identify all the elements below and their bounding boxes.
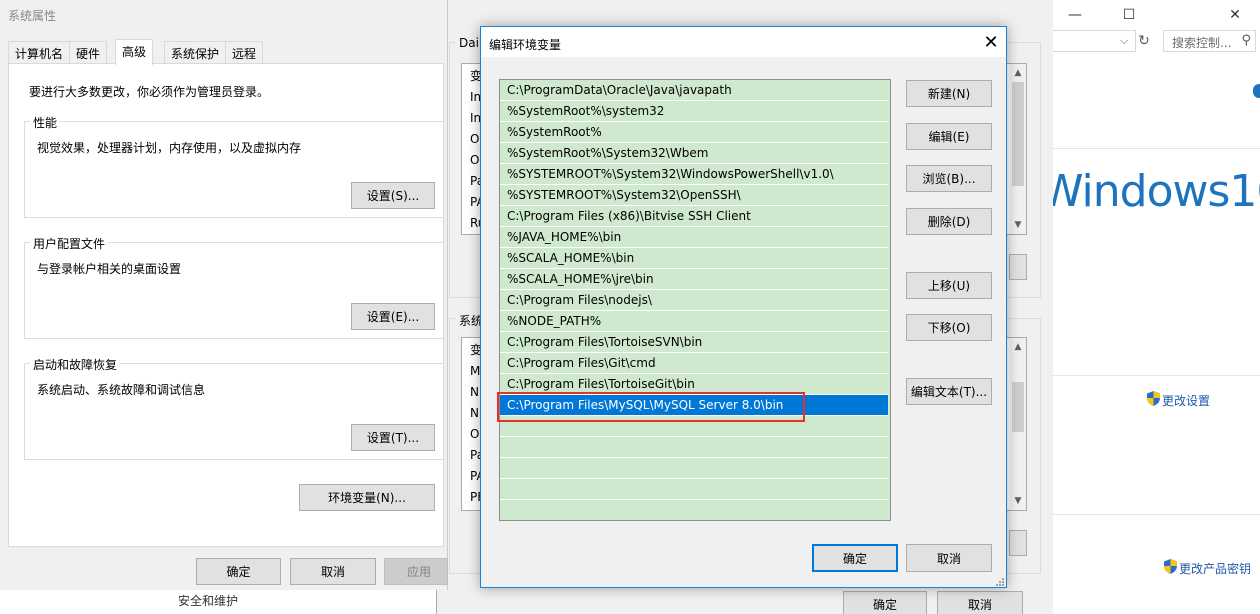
- apply-button[interactable]: 应用: [384, 558, 448, 585]
- address-bar[interactable]: ⌵: [1050, 30, 1136, 52]
- performance-settings-button[interactable]: 设置(S)...: [351, 182, 435, 209]
- search-icon[interactable]: ⚲: [1241, 33, 1251, 48]
- edit-environment-variable-dialog: 编辑环境变量 ✕ C:\ProgramData\Oracle\Java\java…: [480, 26, 1007, 588]
- maximize-button[interactable]: ☐: [1106, 0, 1152, 30]
- tab-advanced[interactable]: 高级: [115, 39, 154, 65]
- partial-button[interactable]: [1009, 530, 1027, 556]
- scroll-thumb[interactable]: [1012, 382, 1024, 432]
- group-description: 视觉效果，处理器计划，内存使用，以及虚拟内存: [37, 141, 302, 155]
- change-product-key-link[interactable]: 更改产品密钥: [1179, 560, 1251, 577]
- resize-grip-icon[interactable]: [993, 575, 1005, 587]
- red-highlight-box: [497, 392, 805, 422]
- move-up-button[interactable]: 上移(U): [906, 272, 992, 299]
- path-item[interactable]: C:\Program Files\nodejs\: [500, 290, 888, 311]
- empty-row[interactable]: [500, 458, 888, 479]
- divider: [1052, 375, 1260, 376]
- search-input[interactable]: 搜索控制... ⚲: [1163, 30, 1256, 52]
- scrollbar[interactable]: ▲ ▼: [1010, 64, 1026, 234]
- scroll-up-icon[interactable]: ▲: [1010, 68, 1026, 78]
- edit-button[interactable]: 编辑(E): [906, 123, 992, 150]
- windows-logo-text: Windows10: [1040, 166, 1260, 217]
- scroll-down-icon[interactable]: ▼: [1010, 220, 1026, 230]
- scroll-thumb[interactable]: [1012, 82, 1024, 186]
- tab-remote[interactable]: 远程: [225, 41, 264, 63]
- path-item[interactable]: C:\Program Files\Git\cmd: [500, 353, 888, 374]
- tab-system-protection[interactable]: 系统保护: [164, 41, 227, 63]
- path-item[interactable]: %SystemRoot%\system32: [500, 101, 888, 122]
- ok-button[interactable]: 确定: [196, 558, 281, 585]
- close-button[interactable]: ✕: [1212, 0, 1258, 30]
- group-title: 启动和故障恢复: [30, 356, 121, 373]
- path-item[interactable]: %SYSTEMROOT%\System32\OpenSSH\: [500, 185, 888, 206]
- new-button[interactable]: 新建(N): [906, 80, 992, 107]
- shield-icon: [1164, 559, 1177, 574]
- empty-row[interactable]: [500, 479, 888, 500]
- admin-note: 要进行大多数更改，你必须作为管理员登录。: [29, 85, 270, 99]
- path-item[interactable]: C:\ProgramData\Oracle\Java\javapath: [500, 80, 888, 101]
- group-description: 系统启动、系统故障和调试信息: [37, 383, 206, 397]
- path-item[interactable]: %JAVA_HOME%\bin: [500, 227, 888, 248]
- divider: [1052, 514, 1260, 515]
- path-item[interactable]: %NODE_PATH%: [500, 311, 888, 332]
- background-strip: 安全和维护: [148, 590, 436, 614]
- scroll-down-icon[interactable]: ▼: [1010, 496, 1026, 506]
- path-item[interactable]: C:\Program Files (x86)\Bitvise SSH Clien…: [500, 206, 888, 227]
- security-maintenance-link[interactable]: 安全和维护: [178, 592, 238, 609]
- ok-button[interactable]: 确定: [812, 544, 898, 572]
- cancel-button[interactable]: 取消: [906, 544, 992, 572]
- startup-settings-button[interactable]: 设置(T)...: [351, 424, 435, 451]
- tab-computer-name[interactable]: 计算机名: [8, 41, 71, 63]
- browse-button[interactable]: 浏览(B)...: [906, 165, 992, 192]
- path-item[interactable]: %SCALA_HOME%\jre\bin: [500, 269, 888, 290]
- divider: [1052, 148, 1260, 149]
- refresh-icon[interactable]: ↻: [1134, 31, 1154, 51]
- dialog-titlebar[interactable]: 编辑环境变量 ✕: [481, 27, 1006, 57]
- edit-text-button[interactable]: 编辑文本(T)...: [906, 378, 992, 405]
- user-profile-settings-button[interactable]: 设置(E)...: [351, 303, 435, 330]
- path-list[interactable]: C:\ProgramData\Oracle\Java\javapath %Sys…: [499, 79, 891, 521]
- path-item[interactable]: %SYSTEMROOT%\System32\WindowsPowerShell\…: [500, 164, 888, 185]
- cancel-button[interactable]: 取消: [290, 558, 376, 585]
- shield-icon: [1147, 391, 1160, 406]
- group-title: 用户配置文件: [30, 235, 109, 252]
- ok-button[interactable]: 确定: [843, 591, 927, 614]
- empty-row[interactable]: [500, 437, 888, 458]
- minimize-button[interactable]: —: [1052, 0, 1098, 30]
- scrollbar[interactable]: ▲ ▼: [1010, 338, 1026, 510]
- move-down-button[interactable]: 下移(O): [906, 314, 992, 341]
- chevron-down-icon[interactable]: ⌵: [1120, 34, 1128, 48]
- scroll-up-icon[interactable]: ▲: [1010, 342, 1026, 352]
- group-title: 性能: [30, 114, 61, 131]
- path-item[interactable]: %SCALA_HOME%\bin: [500, 248, 888, 269]
- control-panel-window: — ☐ ✕: [1050, 0, 1260, 614]
- tab-hardware[interactable]: 硬件: [69, 41, 108, 63]
- close-icon[interactable]: ✕: [979, 30, 1003, 54]
- dialog-title: 编辑环境变量: [489, 38, 562, 52]
- window-title: 系统属性: [8, 9, 57, 23]
- change-settings-link[interactable]: 更改设置: [1162, 392, 1210, 409]
- search-placeholder: 搜索控制...: [1172, 36, 1232, 50]
- environment-variables-button[interactable]: 环境变量(N)...: [299, 484, 435, 511]
- path-item[interactable]: %SystemRoot%\System32\Wbem: [500, 143, 888, 164]
- path-item[interactable]: C:\Program Files\TortoiseSVN\bin: [500, 332, 888, 353]
- partial-button[interactable]: [1009, 254, 1027, 280]
- cancel-button[interactable]: 取消: [937, 591, 1023, 614]
- path-item[interactable]: %SystemRoot%: [500, 122, 888, 143]
- empty-row[interactable]: [500, 500, 888, 520]
- help-icon[interactable]: [1253, 84, 1260, 98]
- group-description: 与登录帐户相关的桌面设置: [37, 262, 182, 276]
- system-properties-window: 系统属性 计算机名 硬件 高级 系统保护 远程 要进行大多数更改，你必须作为管理…: [0, 0, 448, 590]
- advanced-panel: 要进行大多数更改，你必须作为管理员登录。 性能 视觉效果，处理器计划，内存使用，…: [8, 63, 444, 547]
- delete-button[interactable]: 删除(D): [906, 208, 992, 235]
